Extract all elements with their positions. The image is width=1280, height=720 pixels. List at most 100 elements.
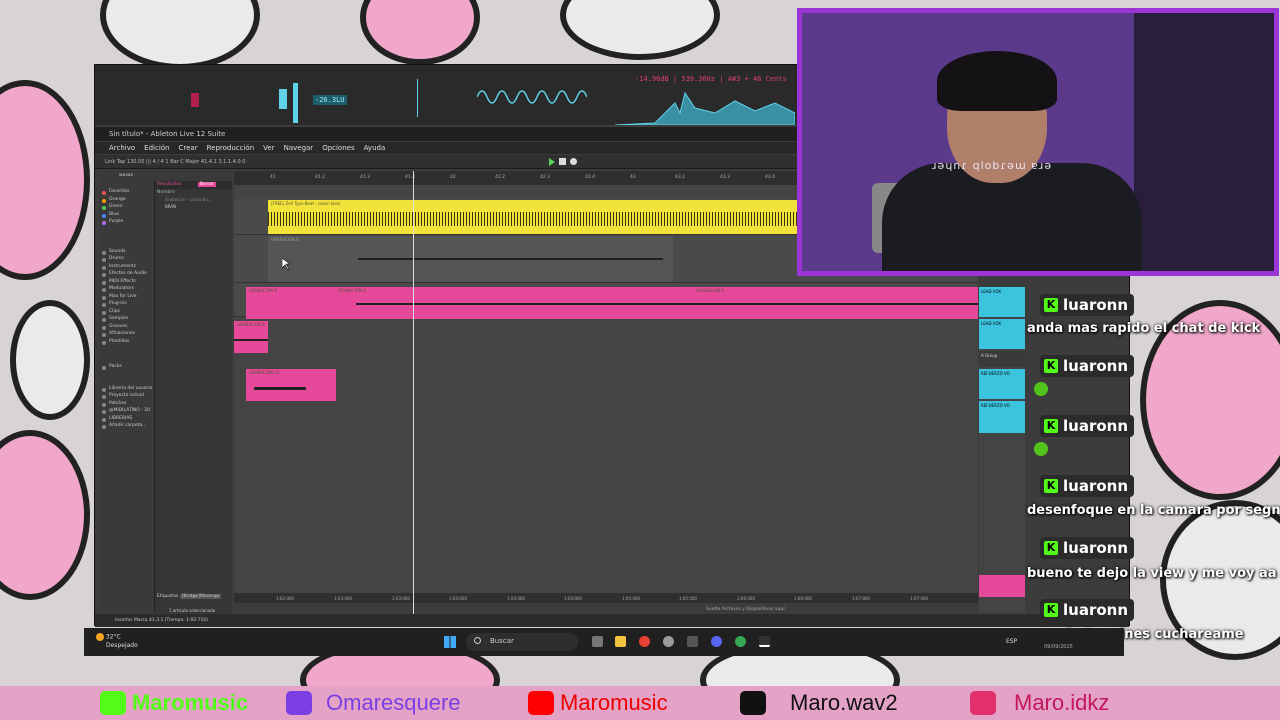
- webcam-frame: ɹǝɥnɾ qlobɾǝɯ ɐɹǝ: [797, 8, 1279, 276]
- time-tick: 1:05:500: [679, 596, 697, 601]
- time-tick: 1:02:000: [276, 596, 294, 601]
- category-item[interactable]: Clips: [99, 309, 153, 317]
- start-icon[interactable]: [444, 636, 456, 648]
- stop-icon[interactable]: [559, 158, 566, 165]
- time-tick: 1:04:000: [564, 596, 582, 601]
- ableton-live-icon[interactable]: [759, 636, 770, 647]
- weather-widget[interactable]: 32°C Despejado: [96, 633, 138, 650]
- mixer-section: LEAD VOX LEAD VOX A Group REFUERZO VO RE…: [979, 287, 1025, 613]
- taskbar-search[interactable]: Buscar: [466, 633, 578, 651]
- mixer-track[interactable]: LEAD VOX: [979, 319, 1025, 349]
- vocal-clip-small[interactable]: GRABACION 8: [234, 321, 268, 353]
- browser-search[interactable]: wasan: [99, 171, 153, 181]
- category-item[interactable]: Drums: [99, 256, 153, 264]
- menu-navegar[interactable]: Navegar: [284, 144, 314, 152]
- youtube-icon: [528, 691, 554, 715]
- mixer-track[interactable]: REFUERZO VO: [979, 369, 1025, 399]
- app-icon[interactable]: [663, 636, 674, 647]
- clip-name: GRABACION 8: [696, 288, 724, 293]
- ruler-tick: 43: [630, 175, 636, 180]
- record-icon[interactable]: [570, 158, 577, 165]
- menu-ver[interactable]: Ver: [263, 144, 274, 152]
- ruler-tick: 41: [270, 175, 276, 180]
- category-item[interactable]: MIDI Effects: [99, 279, 153, 287]
- mixer-track[interactable]: A Group: [979, 351, 1025, 367]
- name-header: Nombre: [157, 190, 175, 195]
- category-item[interactable]: Max for Live: [99, 294, 153, 302]
- language-indicator[interactable]: ESP: [1006, 638, 1017, 645]
- max-icon[interactable]: [687, 636, 698, 647]
- chat-username: Kluaronn: [1040, 475, 1135, 497]
- grey-clip[interactable]: GRABACION 8: [268, 236, 673, 282]
- social-instagram: Maro.idkz: [970, 686, 1109, 720]
- playhead[interactable]: [413, 171, 414, 617]
- category-item[interactable]: Efectos de Audio: [99, 271, 153, 279]
- category-item[interactable]: Plantillas: [99, 339, 153, 347]
- chrome-icon-2[interactable]: [735, 636, 746, 647]
- category-item[interactable]: Afinaciones: [99, 331, 153, 339]
- ruler-tick: 43.2: [675, 175, 686, 180]
- discord-icon[interactable]: [711, 636, 722, 647]
- collection-item[interactable]: Purple: [99, 219, 153, 227]
- ruler-tick: 43.4: [765, 175, 776, 180]
- chat-username: Kluaronn: [1040, 294, 1135, 316]
- folder-icon[interactable]: [615, 636, 626, 647]
- category-item[interactable]: Instruments: [99, 264, 153, 272]
- browser-panel: wasan Favoritos Orange Green Blue Purple…: [99, 171, 232, 613]
- mixer-track-label: REFUERZO VO: [981, 403, 1010, 408]
- kick-icon: K: [1044, 603, 1058, 617]
- menu-archivo[interactable]: Archivo: [109, 144, 135, 152]
- kick-icon: K: [1044, 298, 1058, 312]
- clip-name: (FREE) Zell Type Beat - calvin klein: [271, 201, 341, 206]
- ruler-tick: 41.2: [315, 175, 326, 180]
- vocal-clip[interactable]: GRABACION 8 GRABACION 8 GRABACION 8: [246, 287, 978, 319]
- time-ruler[interactable]: 1:02:000 1:03:000 1:03:000 1:03:000 1:04…: [234, 593, 978, 603]
- place-item[interactable]: Añadir carpeta...: [99, 423, 153, 431]
- play-icon[interactable]: [549, 158, 555, 166]
- tag-chip[interactable]: [Bridge]Morengo: [179, 594, 222, 599]
- vocal-clip-2[interactable]: GRABACION 21: [246, 369, 336, 401]
- chat-message: anda mas rapido el chat de kick: [1027, 321, 1261, 336]
- waveform-display: [477, 90, 587, 104]
- category-item[interactable]: Samples: [99, 316, 153, 324]
- chat-username: Kluaronn: [1040, 355, 1135, 377]
- taskview-icon[interactable]: [592, 636, 603, 647]
- menu-ayuda[interactable]: Ayuda: [364, 144, 386, 152]
- place-item[interactable]: Packs: [99, 364, 153, 372]
- time-tick: 1:03:000: [392, 596, 410, 601]
- mixer-track[interactable]: REFUERZO VO: [979, 401, 1025, 433]
- collection-item[interactable]: Green: [99, 204, 153, 212]
- time-tick: 1:06:000: [794, 596, 812, 601]
- collection-item[interactable]: Blue: [99, 212, 153, 220]
- time-tick: 1:06:000: [737, 596, 755, 601]
- chat-username: Kluaronn: [1040, 537, 1135, 559]
- tags-label: Etiquetas: [157, 594, 179, 599]
- social-tiktok: Maro.wav2: [740, 686, 898, 720]
- menu-reproduccion[interactable]: Reproducción: [207, 144, 255, 152]
- menu-opciones[interactable]: Opciones: [322, 144, 354, 152]
- clear-button[interactable]: Borrar: [197, 182, 216, 187]
- category-item[interactable]: Grooves: [99, 324, 153, 332]
- chat-message: bueno te dejo la view y me voy aa m: [1027, 566, 1280, 581]
- mixer-track[interactable]: LEAD VOX: [979, 287, 1025, 317]
- category-item[interactable]: Modulators: [99, 286, 153, 294]
- ruler-tick: 41.3: [360, 175, 371, 180]
- place-item[interactable]: LIBRERIAS: [99, 416, 153, 424]
- chrome-icon[interactable]: [639, 636, 650, 647]
- place-item[interactable]: Patches: [99, 401, 153, 409]
- chat-username: Kluaronn: [1040, 415, 1135, 437]
- place-item[interactable]: Librería del usuario: [99, 386, 153, 394]
- ruler-tick: 42.4: [585, 175, 596, 180]
- place-item[interactable]: @MIDILATINO - 20: [99, 408, 153, 416]
- collection-item[interactable]: Orange: [99, 197, 153, 205]
- neon-sign: ɹǝɥnɾ qlobɾǝɯ ɐɹǝ: [932, 159, 1053, 172]
- result-item[interactable]: BRAN: [155, 203, 232, 210]
- category-item[interactable]: Plug-ins: [99, 301, 153, 309]
- clip-name: GRABACION 21: [249, 370, 280, 375]
- result-item[interactable]: Grabacion - Lucho-bo...: [155, 196, 232, 203]
- place-item[interactable]: Proyecto actual: [99, 393, 153, 401]
- menu-edicion[interactable]: Edición: [144, 144, 169, 152]
- category-item[interactable]: Sounds: [99, 249, 153, 257]
- collection-item[interactable]: Favoritos: [99, 189, 153, 197]
- menu-crear[interactable]: Crear: [179, 144, 198, 152]
